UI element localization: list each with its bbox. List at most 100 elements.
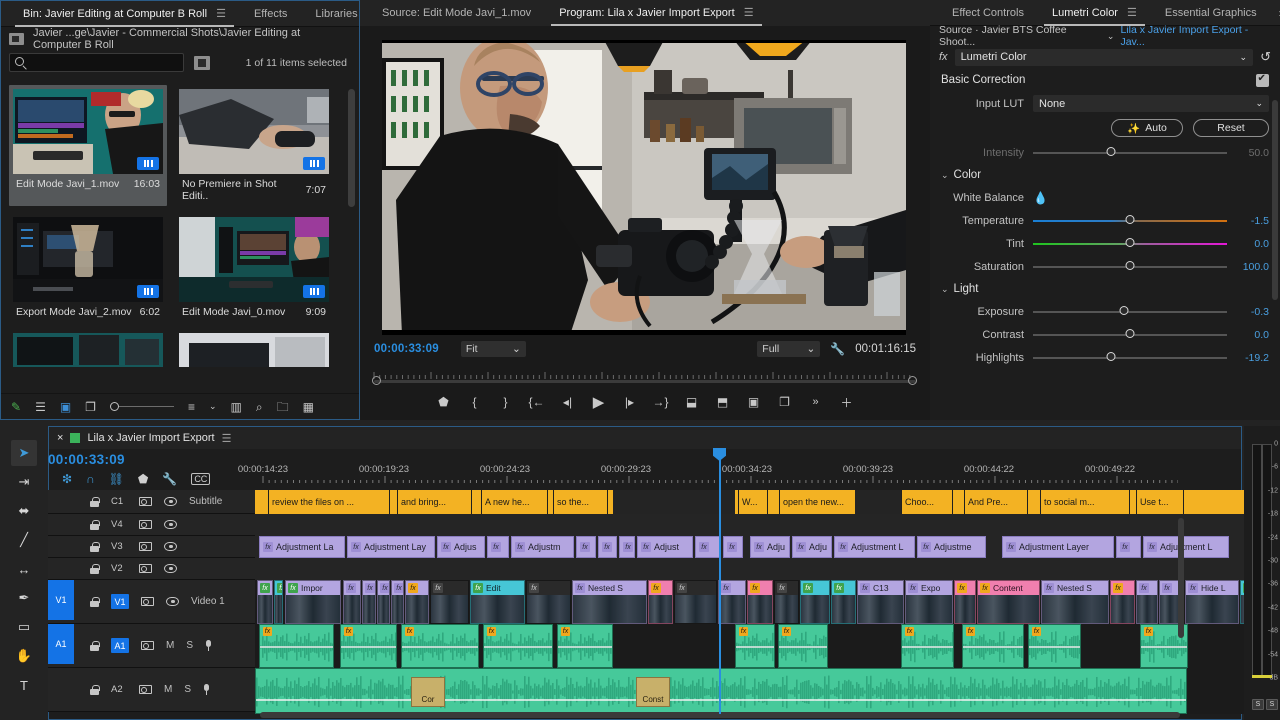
monitor-time-ruler[interactable] [360, 362, 974, 379]
solo-button-left[interactable]: S [1252, 699, 1264, 710]
track-target-v1[interactable]: V1 [111, 594, 129, 609]
basic-correction-checkbox[interactable] [1256, 73, 1269, 87]
rectangle-tool[interactable]: ▭ [11, 614, 37, 640]
video-clip[interactable]: fx [362, 580, 376, 624]
caption-clip[interactable]: to social m... [1040, 490, 1130, 514]
caption-clip[interactable]: review the files on ... [268, 490, 390, 514]
temperature-slider[interactable] [1033, 214, 1227, 228]
audio-clip[interactable]: fx [259, 624, 334, 668]
button-editor-icon[interactable]: ＋ [831, 394, 862, 411]
highlights-slider-knob[interactable] [1106, 352, 1116, 361]
caption-clip[interactable]: Use t... [1136, 490, 1184, 514]
audio-clip[interactable]: fx [557, 624, 613, 668]
list-item[interactable]: Edit Mode Javi_0.mov 9:09 [175, 213, 333, 322]
saturation-slider[interactable] [1033, 260, 1227, 274]
adjustment-layer-clip[interactable]: fx Adjustment Layer [1002, 536, 1114, 558]
video-clip[interactable]: fx [343, 580, 361, 624]
icon-view-icon[interactable]: ▣ [60, 401, 71, 413]
video-clip[interactable]: fx [430, 580, 469, 624]
caption-clip[interactable]: A new he... [481, 490, 548, 514]
adjustment-layer-clip[interactable]: fx [619, 536, 635, 558]
mark-in-icon[interactable]: { [459, 395, 490, 409]
list-item[interactable]: Export Mode Javi_2.mov 6:02 [9, 213, 167, 322]
highlights-slider[interactable] [1033, 351, 1227, 365]
audio-clip[interactable]: fx [735, 624, 775, 668]
track-lock-icon[interactable] [90, 684, 100, 695]
track-header-a2[interactable]: A2 M S [48, 668, 255, 712]
razor-tool[interactable]: ╱ [11, 527, 37, 553]
adjustment-layer-clip[interactable]: fx Adjustment Lay [347, 536, 435, 558]
lumetri-panel-menu-icon[interactable]: ☰ [1127, 7, 1137, 19]
light-section-header[interactable]: ⌄ Light [930, 278, 1280, 300]
timeline-ruler[interactable]: 00:00:14:23 00:00:19:23 00:00:24:23 00:00:2… [238, 462, 1268, 484]
selection-tool[interactable]: ➤ [11, 440, 37, 466]
temperature-slider-knob[interactable] [1125, 215, 1135, 224]
more-icon[interactable]: » [800, 396, 831, 408]
sync-lock-icon[interactable] [141, 597, 154, 606]
caption-clip[interactable]: W... [738, 490, 768, 514]
bin-scrollbar[interactable] [348, 89, 355, 207]
adjustment-layer-clip[interactable]: fx [487, 536, 509, 558]
video-clip[interactable]: fx [1136, 580, 1158, 624]
video-clip[interactable]: fx Nested S [572, 580, 647, 624]
sync-lock-icon[interactable] [139, 520, 152, 529]
list-item[interactable]: No Premiere in Shot Editi.. 7:07 [175, 85, 333, 206]
video-clip[interactable]: fx [954, 580, 976, 624]
export-frame-icon[interactable]: ▣ [738, 395, 769, 409]
adjustment-layer-clip[interactable]: fx [598, 536, 617, 558]
reset-button[interactable]: Reset [1193, 119, 1269, 137]
track-header-a1[interactable]: A1 M S [48, 624, 255, 668]
video-clip[interactable]: fx [648, 580, 673, 624]
tab-essential-graphics[interactable]: Essential Graphics [1151, 0, 1271, 26]
adjustment-layer-clip[interactable]: fx Adjustment L [1143, 536, 1229, 558]
video-clip[interactable]: fx [377, 580, 390, 624]
track-target-a1[interactable]: A1 [111, 638, 129, 653]
exposure-slider-knob[interactable] [1119, 306, 1129, 315]
tab-lumetri-color[interactable]: Lumetri Color ☰ [1038, 0, 1151, 26]
voice-record-icon[interactable] [205, 640, 212, 651]
step-forward-icon[interactable]: |▸ [614, 395, 645, 409]
tint-slider-knob[interactable] [1125, 238, 1135, 247]
new-bin-icon[interactable]: 🗀 [277, 401, 289, 413]
video-clip[interactable]: fx C13 [857, 580, 904, 624]
solo-button-right[interactable]: S [1266, 699, 1278, 710]
list-view-icon[interactable]: ☰ [35, 401, 46, 413]
ripple-edit-tool[interactable]: ⬌ [11, 498, 37, 524]
lift-icon[interactable]: ⬓ [676, 395, 707, 409]
sync-lock-icon[interactable] [139, 564, 152, 573]
film-icon[interactable]: ▥ [231, 401, 242, 413]
video-clip[interactable]: fx [526, 580, 571, 624]
program-panel-menu-icon[interactable]: ☰ [744, 7, 754, 19]
timeline-playhead[interactable] [719, 452, 721, 714]
highlights-value[interactable]: -19.2 [1227, 352, 1269, 364]
go-to-in-icon[interactable]: {← [521, 395, 552, 409]
contrast-value[interactable]: 0.0 [1227, 329, 1269, 341]
playhead-timecode[interactable]: 00:00:33:09 [374, 343, 439, 355]
new-bin-icon[interactable] [194, 55, 210, 70]
audio-clip[interactable]: fx [778, 624, 828, 668]
input-lut-select[interactable]: None ⌄ [1033, 95, 1269, 112]
intensity-slider[interactable] [1033, 146, 1227, 160]
track-lock-icon[interactable] [90, 563, 100, 574]
video-clip[interactable]: fx [831, 580, 856, 624]
pen-icon[interactable]: ✎ [11, 401, 21, 413]
zoom-slider-knob[interactable] [109, 402, 119, 411]
go-to-out-icon[interactable]: →} [645, 395, 676, 409]
lumetri-source-label[interactable]: Source · Javier BTS Coffee Shoot... [939, 24, 1101, 48]
intensity-slider-knob[interactable] [1106, 147, 1116, 156]
search-input[interactable] [9, 53, 184, 72]
solo-button[interactable]: S [184, 684, 191, 695]
step-back-icon[interactable]: ◂| [552, 395, 583, 409]
timeline-playhead-timecode[interactable]: 00:00:33:09 [48, 452, 125, 467]
track-header-c1[interactable]: C1 Subtitle [48, 490, 255, 514]
caption-clip[interactable]: so the... [553, 490, 608, 514]
list-item[interactable] [9, 329, 167, 371]
video-clip[interactable]: fx Edit [470, 580, 525, 624]
tab-effects[interactable]: Effects [240, 1, 301, 27]
tab-sequence-label[interactable]: Lila x Javier Import Export [87, 432, 214, 444]
adjustment-layer-clip[interactable]: fx [576, 536, 596, 558]
exposure-slider[interactable] [1033, 305, 1227, 319]
audio-clip[interactable]: fx [483, 624, 553, 668]
add-marker-icon[interactable]: ⬟ [138, 472, 148, 486]
sync-lock-icon[interactable] [141, 641, 154, 650]
